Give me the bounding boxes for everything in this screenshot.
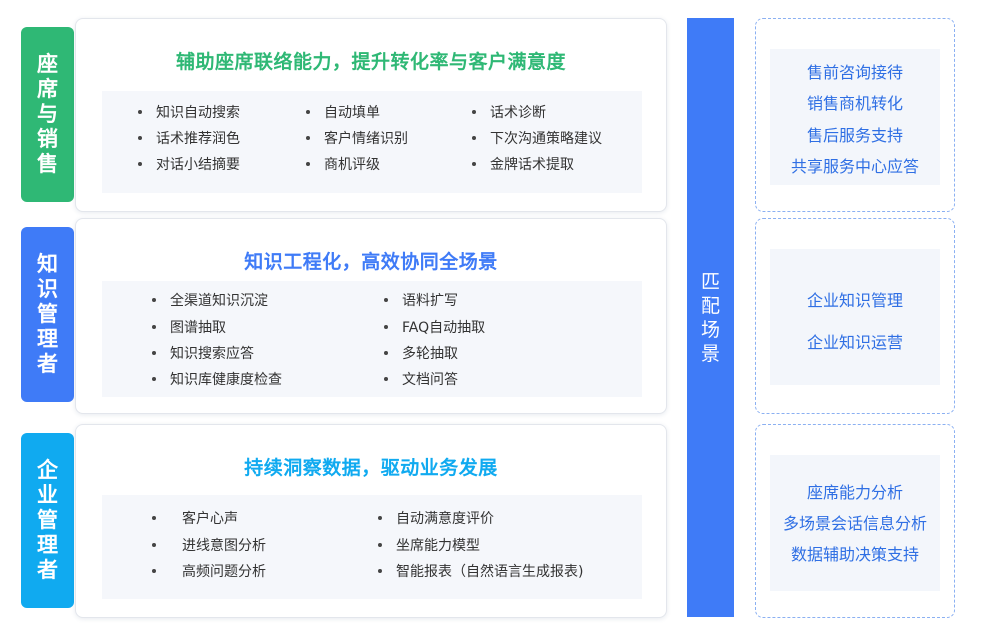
bullet-icon [384, 351, 388, 355]
scene-card-knowledge-manager: 企业知识管理 企业知识运营 [755, 218, 955, 414]
bullet-icon [378, 569, 382, 573]
scene-list: 售前咨询接待 销售商机转化 售后服务支持 共享服务中心应答 [770, 49, 940, 185]
scene-list: 座席能力分析 多场景会话信息分析 数据辅助决策支持 [770, 455, 940, 591]
bullet-icon [378, 543, 382, 547]
feature-item: 语料扩写 [384, 293, 458, 309]
scene-item: 座席能力分析 [806, 483, 903, 502]
bullet-icon [378, 516, 382, 520]
capability-panel-agent-sales: 辅助座席联络能力，提升转化率与客户满意度 知识自动搜索 自动填单 话术诊断 话术… [75, 18, 667, 212]
role-tab-agent-sales: 座席与销售 [21, 27, 74, 202]
feature-item: 知识库健康度检查 [152, 372, 282, 388]
feature-item: 自动满意度评价 [378, 511, 494, 527]
bullet-icon [138, 136, 142, 140]
role-label: 企业管理者 [37, 458, 58, 582]
role-tab-enterprise-manager: 企业管理者 [21, 433, 74, 608]
scene-item: 销售商机转化 [806, 94, 903, 113]
bullet-icon [152, 543, 156, 547]
bullet-icon [306, 136, 310, 140]
bullet-icon [138, 162, 142, 166]
role-label: 座席与销售 [37, 52, 58, 176]
bullet-icon [152, 516, 156, 520]
feature-item: 客户情绪识别 [306, 131, 408, 147]
feature-item: 话术推荐润色 [138, 131, 240, 147]
feature-item: FAQ自动抽取 [384, 320, 485, 336]
scene-card-enterprise-manager: 座席能力分析 多场景会话信息分析 数据辅助决策支持 [755, 424, 955, 618]
feature-list: 客户心声 自动满意度评价 进线意图分析 坐席能力模型 高频问题分析 智能报表（自… [102, 495, 642, 599]
panel-title: 持续洞察数据，驱动业务发展 [244, 457, 498, 479]
scene-item: 数据辅助决策支持 [790, 545, 919, 564]
bullet-icon [384, 298, 388, 302]
feature-item: 高频问题分析 [152, 564, 266, 580]
match-scenario-bar: 匹配场景 [687, 18, 734, 617]
feature-item: 金牌话术提取 [472, 157, 574, 173]
bullet-icon [152, 569, 156, 573]
scene-item: 多场景会话信息分析 [782, 514, 927, 533]
match-label: 匹配场景 [700, 270, 720, 365]
scene-item: 共享服务中心应答 [790, 157, 919, 176]
bullet-icon [472, 136, 476, 140]
scene-item: 售前咨询接待 [806, 63, 903, 82]
bullet-icon [152, 298, 156, 302]
feature-item: 话术诊断 [472, 105, 546, 121]
feature-item: 多轮抽取 [384, 346, 458, 362]
feature-item: 进线意图分析 [152, 538, 266, 554]
feature-item: 客户心声 [152, 511, 238, 527]
feature-item: 图谱抽取 [152, 320, 226, 336]
bullet-icon [472, 162, 476, 166]
feature-item: 对话小结摘要 [138, 157, 240, 173]
feature-item: 下次沟通策略建议 [472, 131, 602, 147]
feature-item: 坐席能力模型 [378, 538, 480, 554]
bullet-icon [384, 377, 388, 381]
feature-item: 自动填单 [306, 105, 380, 121]
scene-item: 售后服务支持 [806, 126, 903, 145]
feature-item: 知识自动搜索 [138, 105, 240, 121]
feature-item: 文档问答 [384, 372, 458, 388]
scene-card-agent-sales: 售前咨询接待 销售商机转化 售后服务支持 共享服务中心应答 [755, 18, 955, 212]
panel-title: 辅助座席联络能力，提升转化率与客户满意度 [175, 51, 566, 73]
bullet-icon [306, 110, 310, 114]
feature-list: 全渠道知识沉淀 语料扩写 图谱抽取 FAQ自动抽取 知识搜索应答 多轮抽取 知识… [102, 281, 642, 397]
bullet-icon [138, 110, 142, 114]
role-tab-knowledge-manager: 知识管理者 [21, 227, 74, 402]
scene-item: 企业知识运营 [806, 333, 903, 352]
feature-item: 智能报表（自然语言生成报表) [378, 564, 583, 580]
bullet-icon [472, 110, 476, 114]
feature-item: 全渠道知识沉淀 [152, 293, 268, 309]
capability-panel-enterprise-manager: 持续洞察数据，驱动业务发展 客户心声 自动满意度评价 进线意图分析 坐席能力模型… [75, 424, 667, 618]
feature-item: 知识搜索应答 [152, 346, 254, 362]
bullet-icon [152, 325, 156, 329]
scene-item: 企业知识管理 [806, 291, 903, 310]
bullet-icon [384, 325, 388, 329]
bullet-icon [152, 351, 156, 355]
capability-panel-knowledge-manager: 知识工程化，高效协同全场景 全渠道知识沉淀 语料扩写 图谱抽取 FAQ自动抽取 … [75, 218, 667, 414]
bullet-icon [152, 377, 156, 381]
scene-list: 企业知识管理 企业知识运营 [770, 249, 940, 385]
feature-item: 商机评级 [306, 157, 380, 173]
role-label: 知识管理者 [37, 252, 58, 376]
bullet-icon [306, 162, 310, 166]
panel-title: 知识工程化，高效协同全场景 [244, 251, 498, 273]
feature-list: 知识自动搜索 自动填单 话术诊断 话术推荐润色 客户情绪识别 下次沟通策略建议 … [102, 91, 642, 193]
